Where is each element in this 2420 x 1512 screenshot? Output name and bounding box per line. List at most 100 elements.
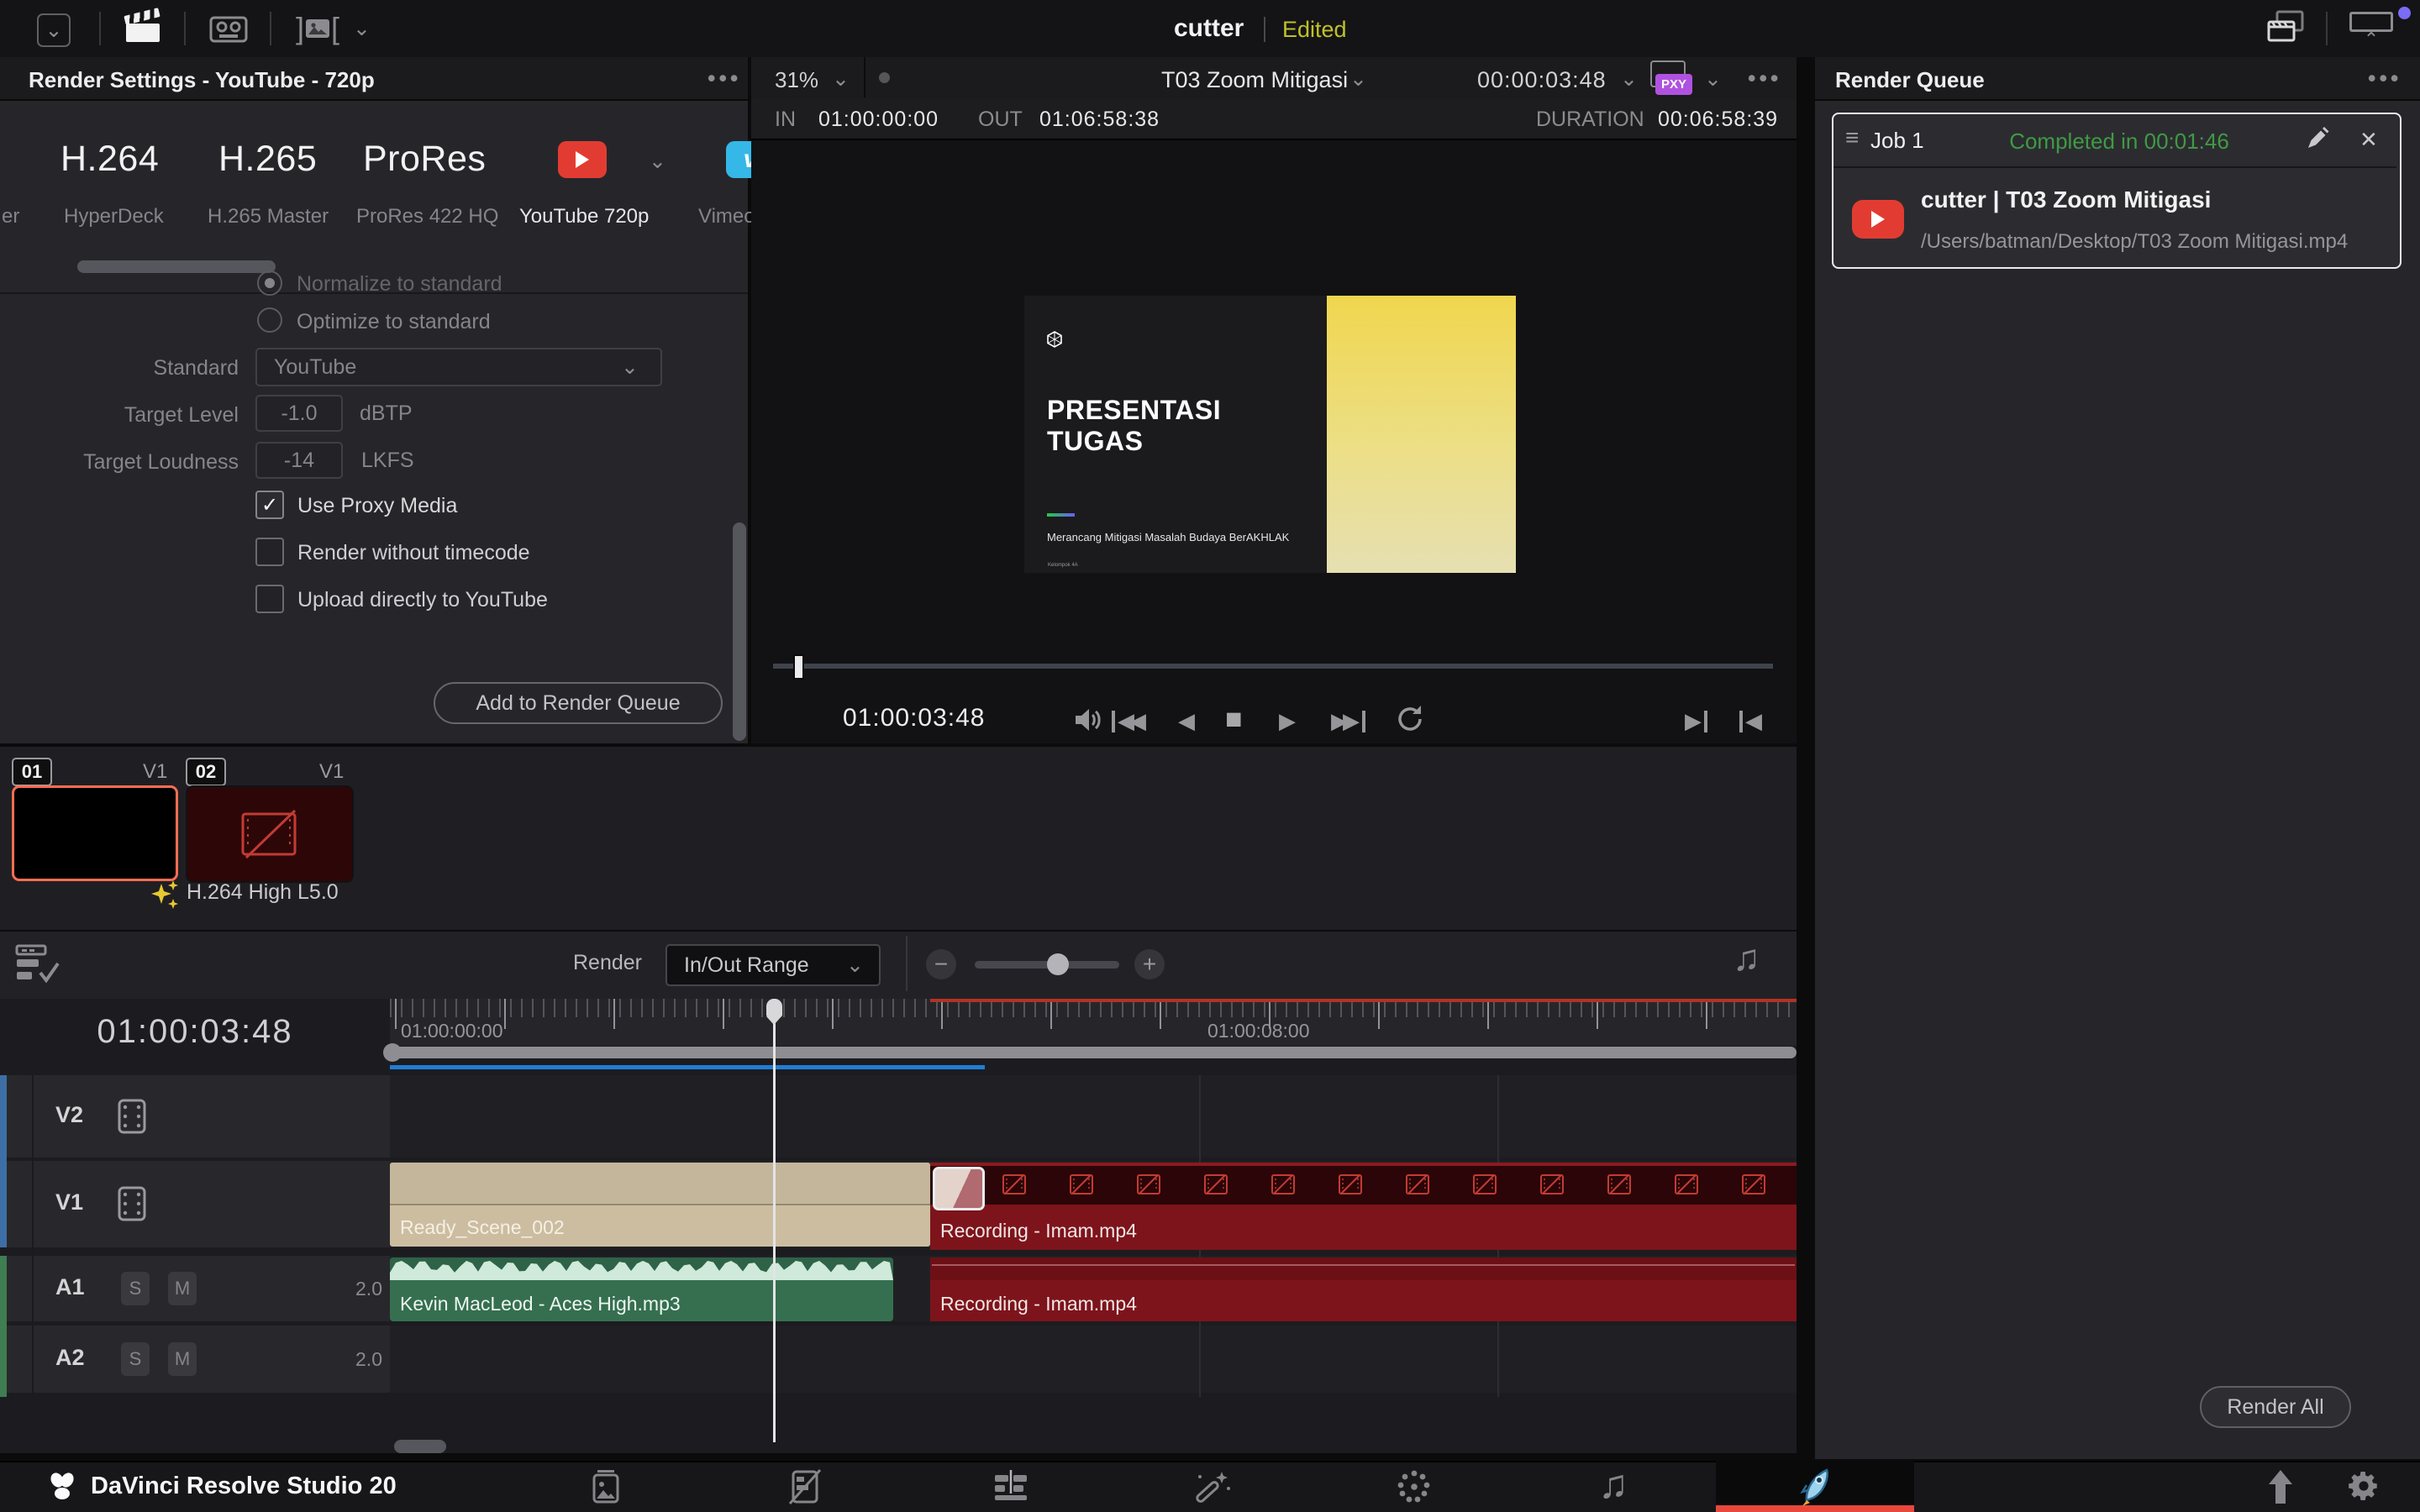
fairlight-page-icon[interactable]: ♫ (1598, 1462, 1628, 1508)
panel-menu-icon[interactable]: ••• (708, 66, 741, 92)
mute-button-a2[interactable]: M (168, 1342, 197, 1376)
go-to-in-point-button[interactable]: ◀ (1739, 708, 1762, 734)
media-pool-toggle-icon[interactable]: ] [ (287, 10, 348, 47)
timeline-hscrollbar[interactable] (394, 1440, 446, 1453)
go-to-first-frame-button[interactable]: ◀◀ (1112, 708, 1146, 734)
job1-index-badge[interactable]: 01 (12, 758, 52, 786)
zoom-out-button[interactable]: − (926, 949, 956, 979)
go-to-out-point-button[interactable]: ▶ (1685, 708, 1707, 734)
target-loudness-input[interactable]: -14 (255, 442, 343, 479)
media-storage-icon[interactable] (208, 13, 249, 45)
target-level-input[interactable]: -1.0 (255, 395, 343, 432)
chevron-down-icon[interactable]: ⌄ (649, 151, 666, 172)
speed-editor-icon[interactable]: ⌄ (37, 13, 71, 47)
chevron-down-icon[interactable]: ⌄ (353, 18, 371, 39)
viewer-zoom-level[interactable]: 31% (775, 67, 818, 93)
playhead-line[interactable] (773, 999, 776, 1442)
render-queue-list-icon[interactable] (15, 944, 64, 984)
viewer-timeline-name[interactable]: T03 Zoom Mitigasi (1161, 67, 1348, 93)
preset-h265master-label[interactable]: H.265 Master (208, 205, 329, 228)
preset-h265[interactable]: H.265 (218, 139, 317, 180)
job1-thumbnail[interactable] (12, 785, 178, 881)
close-job-icon[interactable]: ✕ (2360, 127, 2378, 153)
gain-a1[interactable]: 2.0 (319, 1278, 382, 1300)
in-value[interactable]: 01:00:00:00 (818, 108, 939, 132)
out-value[interactable]: 01:06:58:38 (1039, 108, 1160, 132)
chevron-down-icon[interactable]: ⌄ (832, 69, 850, 90)
deliver-page-icon[interactable] (1797, 1465, 1839, 1509)
track-content-v2[interactable] (390, 1075, 1797, 1158)
chevron-down-icon[interactable]: ⌄ (1620, 69, 1638, 90)
chevron-down-icon[interactable]: ⌄ (1349, 69, 1367, 90)
timelines-icon[interactable] (2265, 8, 2307, 49)
mute-button-a1[interactable]: M (168, 1272, 197, 1305)
settings-scrollbar[interactable] (733, 522, 746, 741)
go-to-last-frame-button[interactable]: ▶▶ (1331, 708, 1365, 734)
drag-handle-icon[interactable]: ≡ (1845, 124, 1859, 151)
fusion-page-icon[interactable] (1192, 1467, 1232, 1507)
render-without-timecode-label: Render without timecode (297, 541, 530, 565)
radio-optimize[interactable] (257, 307, 282, 333)
job2-thumbnail[interactable] (186, 785, 354, 883)
preset-youtube720-label[interactable]: YouTube 720p (519, 205, 649, 228)
stop-button[interactable]: ■ (1225, 703, 1243, 736)
media-page-icon[interactable] (588, 1468, 623, 1505)
preset-prores[interactable]: ProRes (363, 139, 486, 180)
solo-button-a2[interactable]: S (121, 1342, 150, 1376)
project-home-icon[interactable] (2262, 1468, 2299, 1505)
queue-menu-icon[interactable]: ••• (2368, 66, 2402, 92)
clip-recording-audio[interactable]: Recording - Imam.mp4 (930, 1257, 1797, 1321)
solo-button-a1[interactable]: S (121, 1272, 150, 1305)
zoom-slider-thumb[interactable] (1047, 953, 1069, 975)
playhead-pin[interactable] (766, 999, 782, 1017)
viewer-scrubber-handle[interactable] (793, 654, 804, 680)
preset-h264[interactable]: H.264 (60, 139, 159, 180)
viewer-menu-icon[interactable]: ••• (1748, 66, 1781, 92)
play-reverse-button[interactable]: ◀ (1178, 708, 1195, 734)
standard-dropdown[interactable]: YouTube ⌄ (255, 348, 662, 386)
clip-recording-video[interactable]: Recording - Imam.mp4 (930, 1163, 1797, 1250)
preset-hyperdeck-label[interactable]: HyperDeck (64, 205, 164, 228)
clip-name: Recording - Imam.mp4 (940, 1220, 1137, 1242)
play-button[interactable]: ▶ (1279, 708, 1296, 734)
render-job-card[interactable]: ≡ Job 1 Completed in 00:01:46 ✕ cutter |… (1832, 113, 2402, 269)
jog-handle[interactable] (383, 1043, 402, 1062)
settings-gear-icon[interactable] (2344, 1467, 2383, 1505)
zoom-in-button[interactable]: + (1134, 949, 1165, 979)
use-proxy-checkbox[interactable]: ✓ (255, 491, 284, 519)
track-content-a2[interactable] (390, 1326, 1797, 1393)
add-to-render-queue-button[interactable]: Add to Render Queue (434, 682, 723, 724)
radio-normalize[interactable] (257, 270, 282, 296)
ruler-label-start: 01:00:00:00 (401, 1020, 503, 1042)
viewer-scrubber-track[interactable] (773, 664, 1773, 669)
dual-screen-icon[interactable]: ⌃ (2349, 12, 2393, 49)
edit-page-icon[interactable] (992, 1468, 1032, 1505)
jog-bar[interactable] (390, 1047, 1797, 1058)
render-all-button[interactable]: Render All (2200, 1386, 2351, 1428)
color-page-icon[interactable] (1395, 1467, 1434, 1507)
slide-title-line1: PRESENTASI (1047, 395, 1221, 425)
job2-index-badge[interactable]: 02 (186, 758, 226, 786)
preset-scrollbar[interactable] (77, 260, 276, 273)
cut-page-icon[interactable] (785, 1468, 825, 1505)
timeline-scroll-indicator[interactable] (390, 1065, 985, 1069)
chevron-down-icon[interactable]: ⌄ (1704, 69, 1722, 90)
preset-vimeo-label[interactable]: Vimeo (698, 205, 755, 228)
viewer-clip-timecode[interactable]: 00:00:03:48 (1477, 67, 1607, 93)
volume-icon[interactable] (1072, 706, 1104, 734)
youtube-icon[interactable] (558, 141, 607, 178)
upload-youtube-checkbox[interactable] (255, 585, 284, 613)
render-range-dropdown[interactable]: In/Out Range ⌄ (666, 944, 881, 986)
loop-button[interactable] (1395, 704, 1427, 734)
audio-track-icon[interactable]: ♫ (1733, 937, 1760, 979)
preset-prores422-label[interactable]: ProRes 422 HQ (356, 205, 498, 228)
edit-job-icon[interactable] (2306, 124, 2331, 151)
gain-a2[interactable]: 2.0 (319, 1348, 382, 1371)
clip-ready-scene[interactable]: Ready_Scene_002 (390, 1163, 930, 1247)
proxy-icon[interactable]: PXY (1649, 60, 1692, 96)
slide-footer: Kelompok 4A (1048, 563, 1078, 568)
render-without-timecode-checkbox[interactable] (255, 538, 284, 566)
clip-music[interactable]: Kevin MacLeod - Aces High.mp3 (390, 1257, 893, 1321)
project-manager-icon[interactable] (124, 10, 163, 47)
radio-optimize-label: Optimize to standard (297, 310, 491, 334)
